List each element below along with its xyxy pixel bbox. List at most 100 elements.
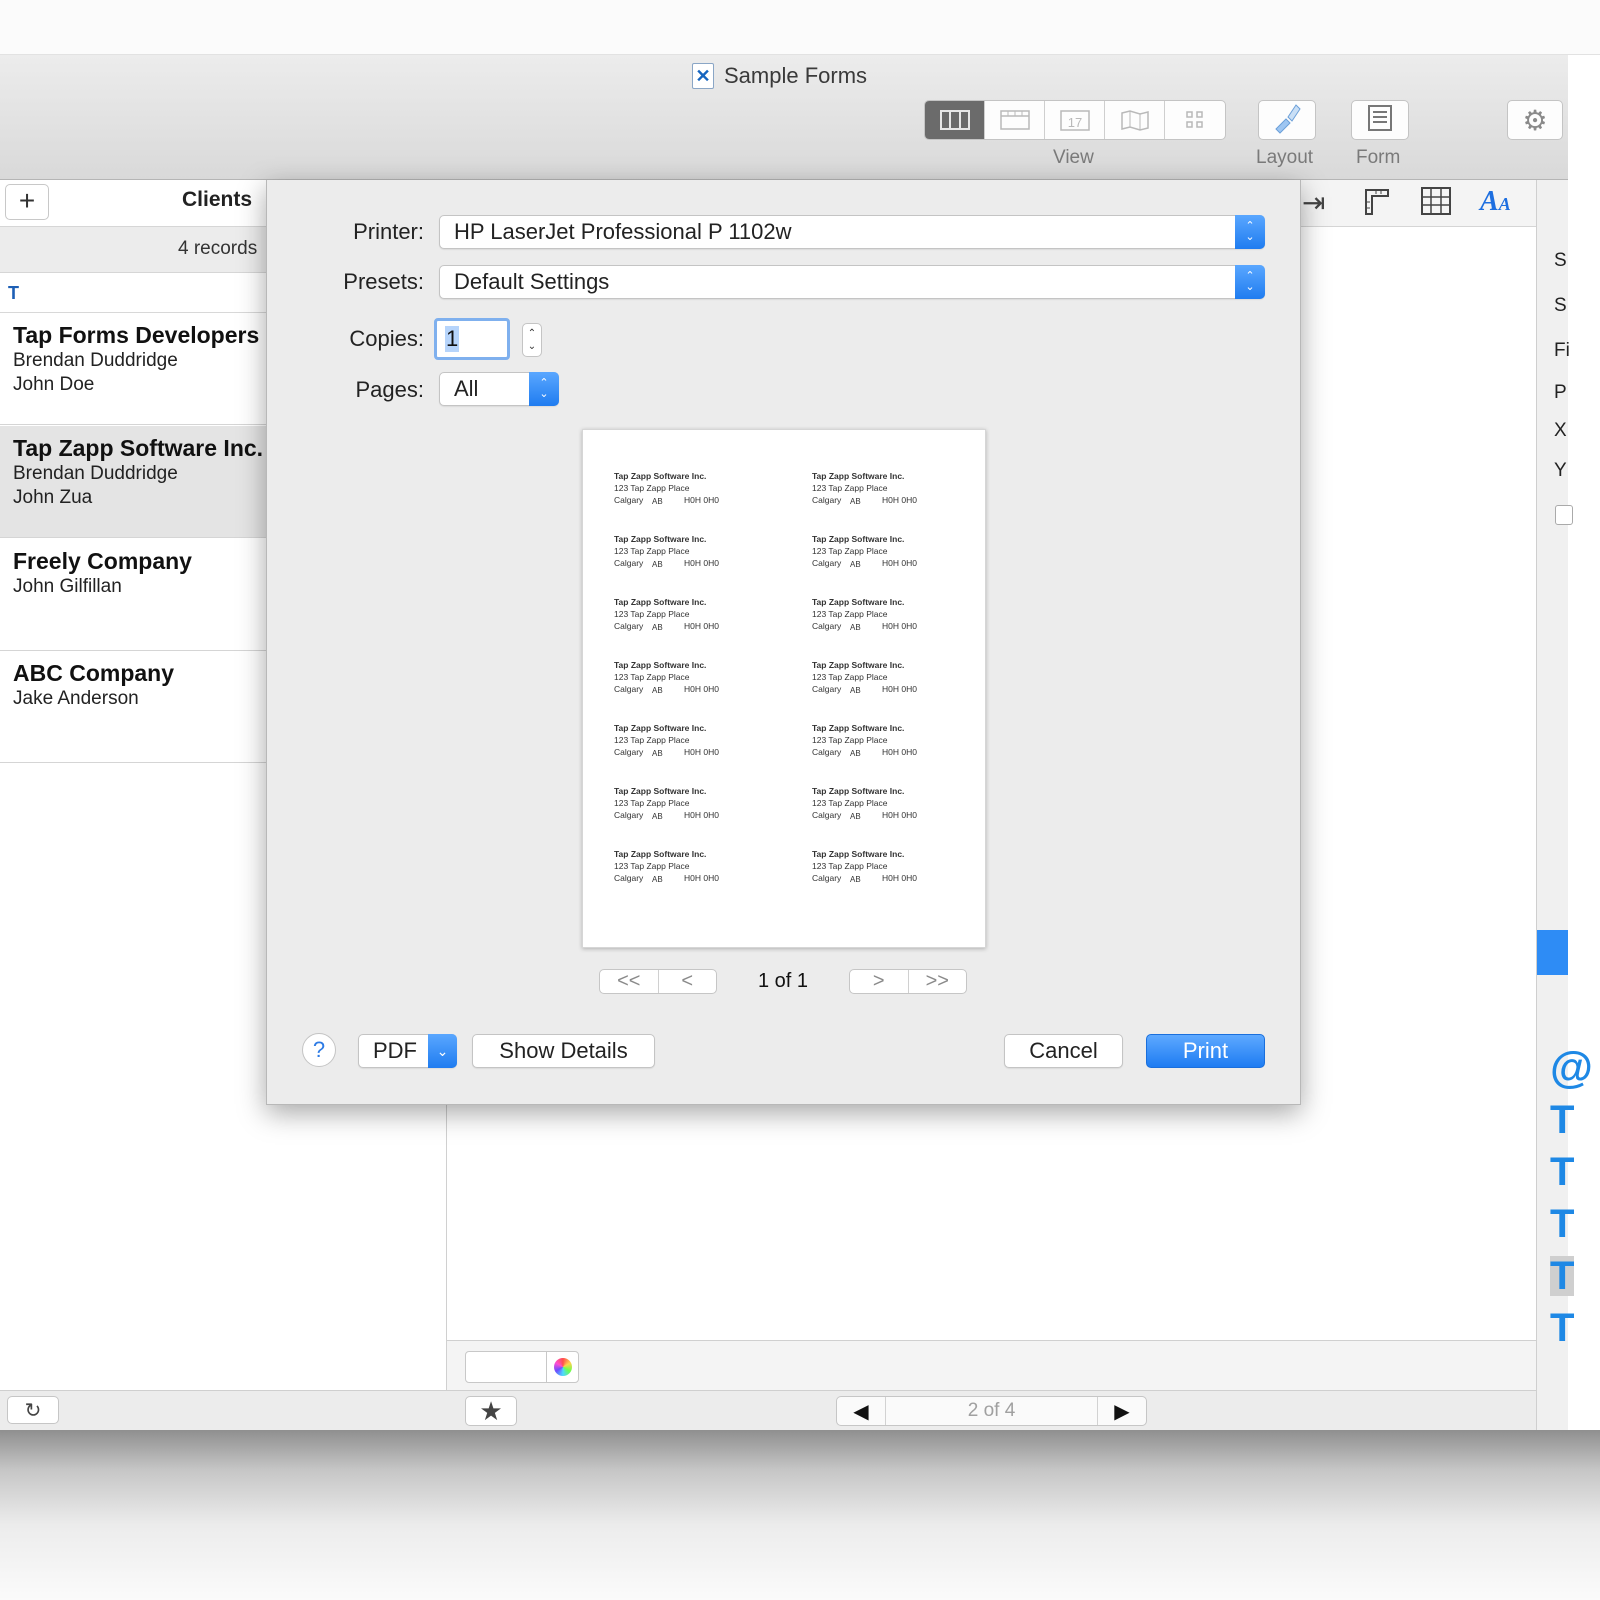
ruler-icon[interactable]: [1362, 186, 1390, 223]
chevron-updown-icon: ⌃ ⌄: [1235, 265, 1265, 299]
form-format-bar: [447, 1340, 1536, 1390]
refresh-button[interactable]: ↻: [7, 1396, 59, 1424]
map-view-icon[interactable]: [1105, 101, 1165, 139]
label-company: Tap Zapp Software Inc.: [614, 723, 707, 733]
email-field-icon[interactable]: @: [1550, 1046, 1593, 1090]
photo-album-view-icon[interactable]: [1165, 101, 1225, 139]
chevron-down-icon[interactable]: ⌄: [528, 340, 536, 353]
inspector-selected-row[interactable]: [1537, 930, 1568, 975]
chevron-down-icon[interactable]: ⌄: [428, 1034, 457, 1068]
label-state: AB: [652, 686, 663, 695]
label-company: Tap Zapp Software Inc.: [812, 723, 905, 733]
printer-select[interactable]: HP LaserJet Professional P 1102w ⌃ ⌄: [439, 215, 1265, 249]
inspector-label: S: [1554, 250, 1567, 271]
label-city-line: Calgary AB H0H 0H0: [614, 746, 764, 759]
brush-icon: [1270, 101, 1304, 140]
label-city: Calgary: [812, 747, 842, 757]
chevron-updown-icon: ⌃ ⌄: [1235, 215, 1265, 249]
section-header: T: [8, 283, 19, 303]
label-company: Tap Zapp Software Inc.: [812, 597, 905, 607]
label-company: Tap Zapp Software Inc.: [812, 471, 905, 481]
mailing-label: Tap Zapp Software Inc. 123 Tap Zapp Place…: [812, 659, 962, 696]
last-page-button[interactable]: >>: [907, 970, 967, 993]
records-count: 4 records: [178, 238, 258, 259]
text-field-icon[interactable]: T: [1550, 1100, 1574, 1140]
label-street: 123 Tap Zapp Place: [812, 798, 888, 808]
inspector-label: X: [1554, 420, 1567, 441]
calendar-view-icon[interactable]: 17: [1045, 101, 1105, 139]
label-city: Calgary: [812, 810, 842, 820]
label-state: AB: [652, 875, 663, 884]
form-button[interactable]: [1351, 100, 1409, 140]
label-postal: H0H 0H0: [882, 684, 917, 694]
label-city-line: Calgary AB H0H 0H0: [812, 746, 962, 759]
label-street: 123 Tap Zapp Place: [614, 672, 690, 682]
view-segmented-control[interactable]: 17: [924, 100, 1226, 140]
table-view-icon[interactable]: [985, 101, 1045, 139]
settings-button[interactable]: ⚙: [1507, 100, 1563, 140]
label-state: AB: [652, 623, 663, 632]
font-icon[interactable]: AA: [1480, 186, 1511, 218]
label-company: Tap Zapp Software Inc.: [614, 786, 707, 796]
label-street: 123 Tap Zapp Place: [614, 798, 690, 808]
help-button[interactable]: ?: [302, 1033, 336, 1067]
tab-order-icon[interactable]: ⇥: [1302, 186, 1325, 219]
label-street: 123 Tap Zapp Place: [614, 735, 690, 745]
previous-page-button[interactable]: <: [657, 970, 717, 993]
color-wheel-icon: [553, 1358, 572, 1376]
text-field-icon[interactable]: T: [1550, 1256, 1575, 1296]
label-postal: H0H 0H0: [684, 684, 719, 694]
text-field-icon[interactable]: T: [1550, 1152, 1574, 1192]
label-city-line: Calgary AB H0H 0H0: [614, 620, 764, 633]
desktop-top: [0, 0, 1600, 55]
previous-record-button[interactable]: ◀: [837, 1397, 885, 1425]
label-city: Calgary: [614, 684, 644, 694]
first-page-button[interactable]: <<: [600, 970, 658, 993]
label-state: AB: [652, 497, 663, 506]
layout-button[interactable]: [1258, 100, 1316, 140]
record-position: 2 of 4: [885, 1397, 1098, 1425]
favorite-button[interactable]: ★: [465, 1396, 517, 1426]
label-city: Calgary: [614, 810, 644, 820]
add-record-button[interactable]: +: [5, 184, 49, 220]
list-bottom-bar: [0, 1390, 447, 1430]
label-street: 123 Tap Zapp Place: [614, 483, 690, 493]
mailing-label: Tap Zapp Software Inc. 123 Tap Zapp Place…: [614, 785, 764, 822]
label-state: AB: [850, 623, 861, 632]
grid-icon[interactable]: [1420, 186, 1452, 223]
window-title-text: Sample Forms: [724, 63, 868, 88]
next-record-button[interactable]: ▶: [1098, 1397, 1146, 1425]
mailing-label: Tap Zapp Software Inc. 123 Tap Zapp Place…: [812, 533, 962, 570]
show-details-button[interactable]: Show Details: [472, 1034, 655, 1068]
label-company: Tap Zapp Software Inc.: [614, 849, 707, 859]
label-state: AB: [850, 560, 861, 569]
cancel-button[interactable]: Cancel: [1004, 1034, 1123, 1068]
text-field-icon[interactable]: T: [1550, 1204, 1574, 1244]
label-city-line: Calgary AB H0H 0H0: [812, 683, 962, 696]
pages-select[interactable]: All ⌃ ⌄: [439, 372, 559, 406]
text-field-icon[interactable]: T: [1550, 1308, 1574, 1348]
chevron-up-icon[interactable]: ⌃: [528, 327, 536, 340]
label-city-line: Calgary AB H0H 0H0: [812, 557, 962, 570]
label-postal: H0H 0H0: [684, 873, 719, 883]
print-button[interactable]: Print: [1146, 1034, 1265, 1068]
copies-stepper[interactable]: ⌃ ⌄: [522, 323, 542, 357]
presets-select[interactable]: Default Settings ⌃ ⌄: [439, 265, 1265, 299]
star-icon: ★: [479, 1395, 503, 1426]
mailing-label: Tap Zapp Software Inc. 123 Tap Zapp Place…: [614, 659, 764, 696]
label-street: 123 Tap Zapp Place: [614, 609, 690, 619]
color-picker-button[interactable]: [546, 1351, 578, 1383]
copies-field[interactable]: 1: [434, 318, 510, 360]
label-city-line: Calgary AB H0H 0H0: [614, 683, 764, 696]
label-state: AB: [850, 875, 861, 884]
next-page-button[interactable]: >: [850, 970, 908, 993]
mailing-label: Tap Zapp Software Inc. 123 Tap Zapp Place…: [614, 533, 764, 570]
multi-column-view-icon[interactable]: [925, 101, 985, 139]
label-city-line: Calgary AB H0H 0H0: [812, 620, 962, 633]
inspector-checkbox[interactable]: [1555, 505, 1573, 525]
mailing-label: Tap Zapp Software Inc. 123 Tap Zapp Place…: [812, 470, 962, 507]
printer-value: HP LaserJet Professional P 1102w: [454, 219, 792, 244]
label-city: Calgary: [812, 558, 842, 568]
label-company: Tap Zapp Software Inc.: [614, 660, 707, 670]
label-company: Tap Zapp Software Inc.: [812, 534, 905, 544]
